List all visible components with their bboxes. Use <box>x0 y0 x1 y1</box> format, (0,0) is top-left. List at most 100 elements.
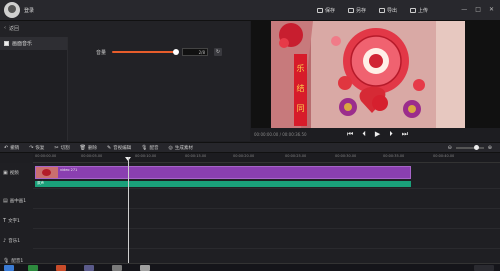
undo-button[interactable]: ↶ 撤销 <box>4 145 19 151</box>
track-header-pip[interactable]: ▤ 画中画1 <box>0 198 33 204</box>
save-as-button[interactable]: 另存 <box>348 7 366 14</box>
clock <box>474 265 494 271</box>
taskbar-app-icon[interactable] <box>140 265 150 271</box>
export-label: 导出 <box>387 8 398 14</box>
audio-clip[interactable]: 原声 <box>35 181 411 187</box>
sidebar: 画面音乐 确定 取消 <box>0 37 68 153</box>
music-settings-panel: ‹返回 画面音乐 确定 取消 音量 2/8 ↻ <box>0 21 250 153</box>
ruler-tick: 00:00:35.00 <box>383 154 405 158</box>
taskbar-app-icon[interactable] <box>84 265 94 271</box>
edit-icon: ✎ <box>106 144 112 151</box>
upload-button[interactable]: 上传 <box>410 7 428 14</box>
ruler-tick: 00:00:00.00 <box>35 154 57 158</box>
track-row-music[interactable] <box>33 229 500 249</box>
redo-button[interactable]: ↷ 恢复 <box>29 145 44 151</box>
zoom-in-icon[interactable]: ⊕ <box>488 145 492 151</box>
minimize-icon[interactable]: — <box>461 6 467 13</box>
window-controls: — □ ✕ <box>461 6 494 13</box>
sidebar-item-music[interactable]: 画面音乐 <box>0 37 67 50</box>
video-track-icon: ▣ <box>3 170 8 176</box>
username[interactable]: 登录 <box>24 7 34 14</box>
zoom-out-icon[interactable]: ⊖ <box>448 145 452 151</box>
app-window: 登录 保存 另存 导出 上传 — □ ✕ ‹返回 画面音乐 确定 取消 音量 <box>0 0 500 271</box>
scissors-icon: ✂ <box>54 144 59 151</box>
track-header-video[interactable]: ▣ 视频 <box>0 170 33 176</box>
track-row-text[interactable] <box>33 209 500 229</box>
playback-buttons: ⏮ ⏴ ▶ ⏵ ⏭ <box>347 130 408 139</box>
undo-icon: ↶ <box>4 144 9 151</box>
video-clip[interactable]: video 271 <box>35 166 411 179</box>
step-forward-icon[interactable]: ⏵ <box>389 130 393 139</box>
redo-icon: ↷ <box>29 144 34 151</box>
generate-asset-button[interactable]: ◎ 生成素材 <box>169 145 193 151</box>
target-icon: ◎ <box>168 144 173 151</box>
volume-label: 音量 <box>96 49 107 56</box>
track-header-text[interactable]: T 文字1 <box>0 218 33 224</box>
ruler-tick: 00:00:25.00 <box>285 154 307 158</box>
ruler-tick: 00:00:05.00 <box>81 154 103 158</box>
video-frame: 乐 结 同 <box>251 21 500 128</box>
cut-label: 切割 <box>60 145 70 151</box>
undo-label: 撤销 <box>10 145 20 151</box>
svg-text:乐: 乐 <box>297 63 305 73</box>
zoom-slider-knob[interactable] <box>473 145 479 150</box>
preview-controls: 00:00:00.00 / 00:00:36.50 ⏮ ⏴ ▶ ⏵ ⏭ <box>251 128 500 141</box>
reset-icon[interactable]: ↻ <box>214 48 223 56</box>
edit-toolbar: ↶ 撤销 ↷ 恢复 ✂ 切割 🗑 删除 ✎ 音视编辑 🎙 配音 ◎ 生成素材 ⊖ ⊕ <box>0 142 500 153</box>
back-label: 返回 <box>9 26 20 32</box>
avatar[interactable] <box>4 2 20 18</box>
cut-button[interactable]: ✂ 切割 <box>54 145 69 151</box>
microphone-icon: 🎙 <box>141 144 148 151</box>
start-icon[interactable] <box>4 265 14 271</box>
preview-timecode: 00:00:00.00 / 00:00:36.50 <box>254 132 307 137</box>
svg-text:同: 同 <box>297 104 305 113</box>
zoom-slider[interactable] <box>455 145 484 150</box>
upload-label: 上传 <box>418 8 429 14</box>
volume-slider[interactable] <box>112 49 180 55</box>
step-back-icon[interactable]: ⏴ <box>362 130 366 139</box>
upload-icon <box>410 8 417 13</box>
skip-end-icon[interactable]: ⏭ <box>402 130 408 139</box>
os-taskbar <box>0 263 500 271</box>
delete-button[interactable]: 🗑 删除 <box>80 145 97 151</box>
save-as-icon <box>348 8 355 13</box>
save-icon <box>317 8 323 13</box>
export-icon <box>379 8 386 13</box>
playhead[interactable] <box>128 157 129 271</box>
back-button[interactable]: ‹ 返回 <box>4 25 19 32</box>
timeline-ruler[interactable]: 00:00:00.00 00:00:05.00 00:00:10.00 00:0… <box>33 153 500 163</box>
track-header-music[interactable]: ♪ 音乐1 <box>0 238 33 244</box>
ruler-tick: 00:00:30.00 <box>335 154 357 158</box>
top-bar: 登录 保存 另存 导出 上传 — □ ✕ <box>0 0 500 21</box>
checkbox[interactable] <box>4 41 9 46</box>
taskbar-app-icon[interactable] <box>112 265 122 271</box>
volume-value-field[interactable]: 2/8 <box>182 48 209 56</box>
save-as-label: 另存 <box>356 8 367 14</box>
generate-asset-label: 生成素材 <box>174 145 193 151</box>
track-row-pip[interactable] <box>33 189 500 209</box>
audio-clip-label: 原声 <box>37 181 44 185</box>
preview-image: 乐 结 同 <box>251 21 500 128</box>
clip-thumbnail <box>36 167 58 178</box>
chevron-left-icon: ‹ <box>4 25 6 31</box>
music-track-icon: ♪ <box>3 238 7 244</box>
ruler-tick: 00:00:15.00 <box>185 154 207 158</box>
close-icon[interactable]: ✕ <box>489 6 494 13</box>
taskbar-app-icon[interactable] <box>56 265 66 271</box>
preview-panel: 乐 结 同 00:00:00.00 / 00:00:36.50 ⏮ ⏴ ▶ ⏵ … <box>251 21 500 141</box>
pip-track-icon: ▤ <box>3 198 8 204</box>
volume-slider-knob[interactable] <box>173 49 180 55</box>
voiceover-label: 配音 <box>149 145 159 151</box>
maximize-icon[interactable]: □ <box>475 6 481 13</box>
save-button[interactable]: 保存 <box>317 7 335 14</box>
export-button[interactable]: 导出 <box>379 7 397 14</box>
edit-av-button[interactable]: ✎ 音视编辑 <box>107 145 131 151</box>
track-label: 文字1 <box>8 219 20 224</box>
play-icon[interactable]: ▶ <box>375 130 380 139</box>
sidebar-item-label: 画面音乐 <box>12 41 33 47</box>
delete-label: 删除 <box>87 145 97 151</box>
skip-start-icon[interactable]: ⏮ <box>347 130 353 139</box>
voiceover-button[interactable]: 🎙 配音 <box>141 145 158 151</box>
taskbar-app-icon[interactable] <box>28 265 38 271</box>
save-label: 保存 <box>325 8 336 14</box>
